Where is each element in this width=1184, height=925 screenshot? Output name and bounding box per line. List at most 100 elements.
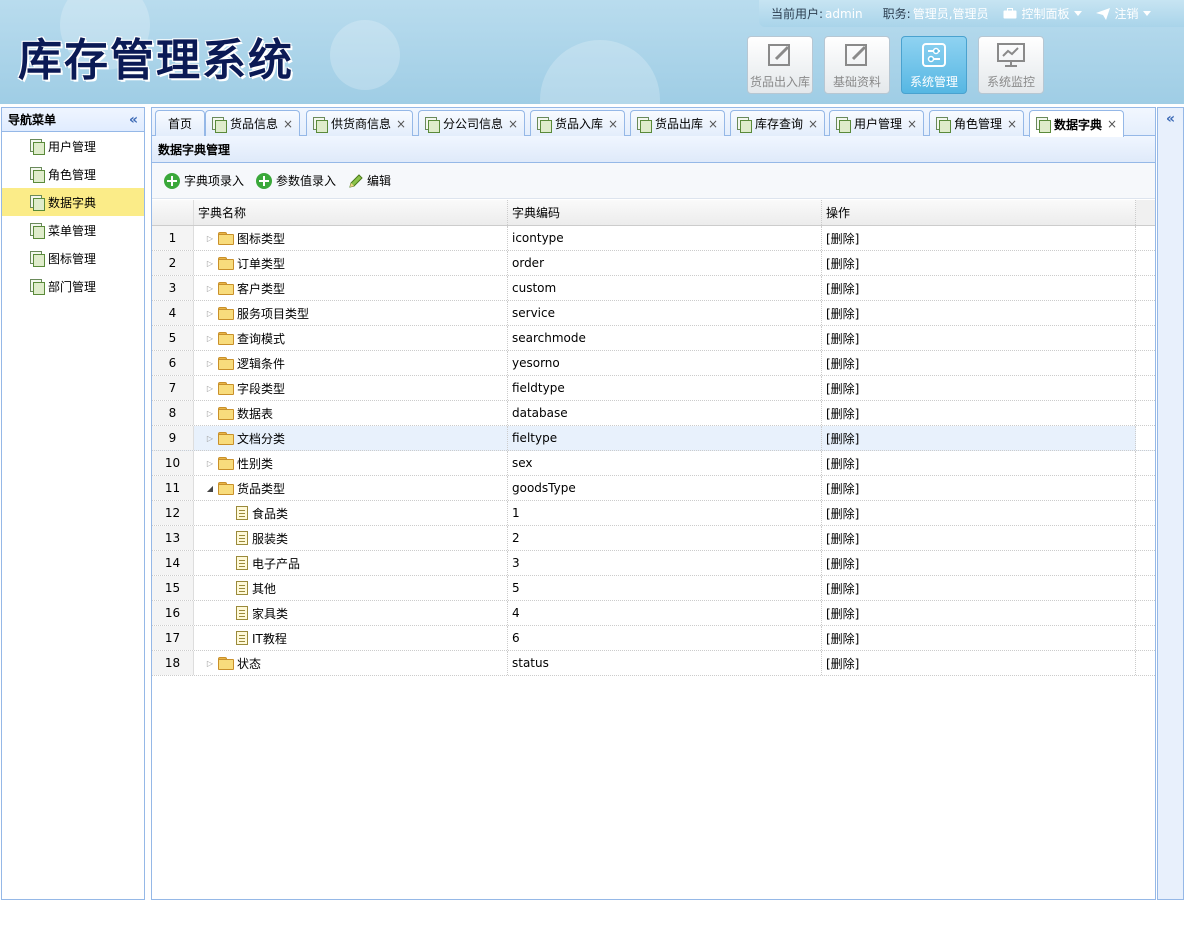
table-row[interactable]: 13 服装类 2 [删除] — [152, 526, 1155, 551]
delete-link[interactable]: [删除] — [826, 655, 859, 672]
add-parameter-value-button[interactable]: 参数值录入 — [256, 172, 336, 189]
delete-link[interactable]: [删除] — [826, 280, 859, 297]
table-row[interactable]: 4 ▷ 服务项目类型 service [删除] — [152, 301, 1155, 326]
dictionary-name-cell[interactable]: ▷ 客户类型 — [194, 276, 508, 300]
close-icon[interactable]: × — [283, 117, 293, 131]
nav-item-data-dictionary[interactable]: 数据字典 — [2, 188, 144, 216]
table-row[interactable]: 12 食品类 1 [删除] — [152, 501, 1155, 526]
table-row[interactable]: 16 家具类 4 [删除] — [152, 601, 1155, 626]
tab-branch-info[interactable]: 分公司信息 × — [418, 110, 526, 136]
delete-link[interactable]: [删除] — [826, 255, 859, 272]
delete-link[interactable]: [删除] — [826, 530, 859, 547]
delete-link[interactable]: [删除] — [826, 305, 859, 322]
close-icon[interactable]: × — [1107, 117, 1117, 131]
dictionary-name-cell[interactable]: ▷ 查询模式 — [194, 326, 508, 350]
dictionary-name-cell[interactable]: 其他 — [194, 576, 508, 600]
table-row[interactable]: 9 ▷ 文档分类 fieltype [删除] — [152, 426, 1155, 451]
tree-expand-icon[interactable]: ▷ — [204, 384, 216, 393]
column-header-code[interactable]: 字典编码 — [508, 200, 822, 225]
tree-expand-icon[interactable]: ▷ — [204, 409, 216, 418]
tab-goods-info[interactable]: 货品信息 × — [205, 110, 301, 136]
close-icon[interactable]: × — [508, 117, 518, 131]
tree-expand-icon[interactable]: ▷ — [204, 309, 216, 318]
delete-link[interactable]: [删除] — [826, 505, 859, 522]
table-row[interactable]: 2 ▷ 订单类型 order [删除] — [152, 251, 1155, 276]
column-header-operation[interactable]: 操作 — [822, 200, 1136, 225]
dictionary-name-cell[interactable]: ▷ 图标类型 — [194, 226, 508, 250]
dictionary-name-cell[interactable]: 家具类 — [194, 601, 508, 625]
dictionary-name-cell[interactable]: ▷ 状态 — [194, 651, 508, 675]
delete-link[interactable]: [删除] — [826, 380, 859, 397]
close-icon[interactable]: × — [396, 117, 406, 131]
table-row[interactable]: 8 ▷ 数据表 database [删除] — [152, 401, 1155, 426]
tab-goods-inbound[interactable]: 货品入库 × — [530, 110, 626, 136]
tree-expand-icon[interactable]: ▷ — [204, 259, 216, 268]
delete-link[interactable]: [删除] — [826, 480, 859, 497]
dictionary-name-cell[interactable]: ▷ 服务项目类型 — [194, 301, 508, 325]
dictionary-name-cell[interactable]: ▷ 订单类型 — [194, 251, 508, 275]
tab-supplier-info[interactable]: 供货商信息 × — [306, 110, 414, 136]
collapse-left-icon[interactable]: « — [129, 112, 138, 128]
table-row[interactable]: 1 ▷ 图标类型 icontype [删除] — [152, 226, 1155, 251]
tree-expand-icon[interactable]: ▷ — [204, 659, 216, 668]
tree-expand-icon[interactable]: ▷ — [204, 334, 216, 343]
module-basic-data-button[interactable]: 基础资料 — [824, 36, 890, 94]
dictionary-name-cell[interactable]: 食品类 — [194, 501, 508, 525]
dictionary-name-cell[interactable]: IT教程 — [194, 626, 508, 650]
tree-expand-icon[interactable]: ▷ — [204, 459, 216, 468]
dictionary-name-cell[interactable]: 服装类 — [194, 526, 508, 550]
table-row[interactable]: 6 ▷ 逻辑条件 yesorno [删除] — [152, 351, 1155, 376]
dictionary-name-cell[interactable]: ▷ 文档分类 — [194, 426, 508, 450]
edit-button[interactable]: 编辑 — [348, 172, 391, 189]
dictionary-name-cell[interactable]: ▷ 字段类型 — [194, 376, 508, 400]
delete-link[interactable]: [删除] — [826, 405, 859, 422]
table-row[interactable]: 7 ▷ 字段类型 fieldtype [删除] — [152, 376, 1155, 401]
table-row[interactable]: 17 IT教程 6 [删除] — [152, 626, 1155, 651]
table-row[interactable]: 3 ▷ 客户类型 custom [删除] — [152, 276, 1155, 301]
column-header-name[interactable]: 字典名称 — [194, 200, 508, 225]
logout-menu[interactable]: 注销 — [1095, 5, 1151, 22]
delete-link[interactable]: [删除] — [826, 630, 859, 647]
close-icon[interactable]: × — [1007, 117, 1017, 131]
delete-link[interactable]: [删除] — [826, 230, 859, 247]
tab-data-dictionary[interactable]: 数据字典 × — [1029, 110, 1125, 137]
nav-item-menu-management[interactable]: 菜单管理 — [2, 216, 144, 244]
delete-link[interactable]: [删除] — [826, 355, 859, 372]
close-icon[interactable]: × — [808, 117, 818, 131]
dictionary-name-cell[interactable]: ◢ 货品类型 — [194, 476, 508, 500]
nav-item-department-management[interactable]: 部门管理 — [2, 272, 144, 300]
module-system-admin-button[interactable]: 系统管理 — [901, 36, 967, 94]
control-panel-menu[interactable]: 控制面板 — [1003, 5, 1082, 22]
tab-goods-outbound[interactable]: 货品出库 × — [630, 110, 726, 136]
close-icon[interactable]: × — [708, 117, 718, 131]
dictionary-name-cell[interactable]: ▷ 逻辑条件 — [194, 351, 508, 375]
tree-collapse-icon[interactable]: ◢ — [204, 484, 216, 493]
add-dictionary-item-button[interactable]: 字典项录入 — [164, 172, 244, 189]
close-icon[interactable]: × — [608, 117, 618, 131]
table-row[interactable]: 5 ▷ 查询模式 searchmode [删除] — [152, 326, 1155, 351]
tree-expand-icon[interactable]: ▷ — [204, 234, 216, 243]
tab-home[interactable]: 首页 — [155, 110, 206, 136]
expand-right-icon[interactable]: « — [1158, 111, 1183, 127]
delete-link[interactable]: [删除] — [826, 455, 859, 472]
dictionary-name-cell[interactable]: 电子产品 — [194, 551, 508, 575]
nav-item-user-management[interactable]: 用户管理 — [2, 132, 144, 160]
module-goods-in-out-button[interactable]: 货品出入库 — [747, 36, 813, 94]
tab-role-management[interactable]: 角色管理 × — [929, 110, 1025, 136]
delete-link[interactable]: [删除] — [826, 580, 859, 597]
module-system-monitor-button[interactable]: 系统监控 — [978, 36, 1044, 94]
delete-link[interactable]: [删除] — [826, 330, 859, 347]
table-row[interactable]: 15 其他 5 [删除] — [152, 576, 1155, 601]
tree-expand-icon[interactable]: ▷ — [204, 359, 216, 368]
delete-link[interactable]: [删除] — [826, 430, 859, 447]
table-row[interactable]: 14 电子产品 3 [删除] — [152, 551, 1155, 576]
table-row[interactable]: 10 ▷ 性别类 sex [删除] — [152, 451, 1155, 476]
close-icon[interactable]: × — [907, 117, 917, 131]
delete-link[interactable]: [删除] — [826, 555, 859, 572]
table-row[interactable]: 11 ◢ 货品类型 goodsType [删除] — [152, 476, 1155, 501]
delete-link[interactable]: [删除] — [826, 605, 859, 622]
dictionary-name-cell[interactable]: ▷ 性别类 — [194, 451, 508, 475]
tree-expand-icon[interactable]: ▷ — [204, 284, 216, 293]
table-row[interactable]: 18 ▷ 状态 status [删除] — [152, 651, 1155, 676]
nav-item-role-management[interactable]: 角色管理 — [2, 160, 144, 188]
